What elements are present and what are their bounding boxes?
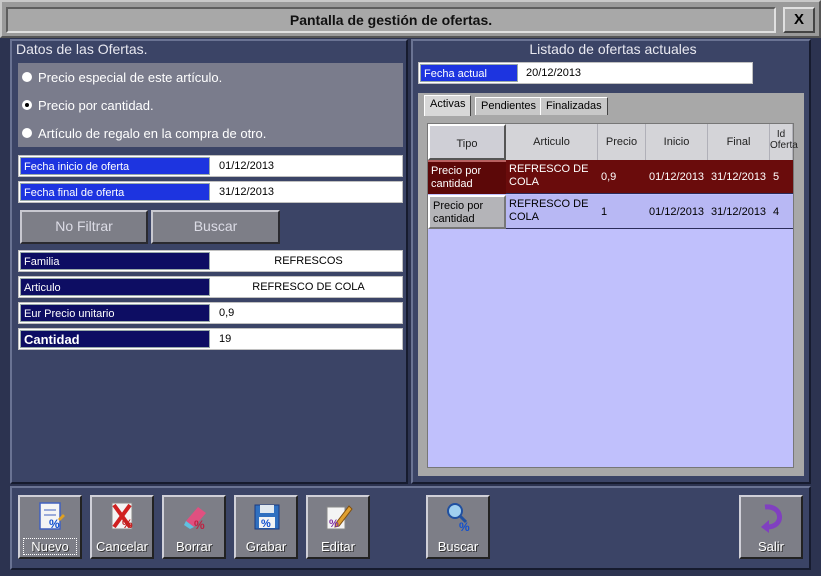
action-toolbar: % Nuevo % Cancelar % Borrar % Grabar % E… [10,486,811,570]
delete-button[interactable]: % Borrar [162,495,226,559]
current-date-label: Fecha actual [420,64,518,82]
tab-pendientes[interactable]: Pendientes [475,97,543,115]
cell-id: 5 [773,170,780,183]
tab-finalizadas[interactable]: Finalizadas [540,97,608,115]
cancel-button-label: Cancelar [95,539,149,554]
radio-quantity-price-label: Precio por cantidad. [38,97,154,113]
article-label: Articulo [20,278,210,296]
search-filter-button[interactable]: Buscar [151,210,280,244]
start-date-label: Fecha inicio de oferta [20,157,210,175]
radio-quantity-price[interactable]: Precio por cantidad. [22,95,154,115]
no-filter-button[interactable]: No Filtrar [20,210,148,244]
title-bar: Pantalla de gestión de ofertas. X [0,0,821,38]
radio-gift-article[interactable]: Artículo de regalo en la compra de otro. [22,123,266,143]
start-date-row: Fecha inicio de oferta 01/12/2013 [18,155,403,177]
unit-price-row: Eur Precio unitario 0,9 [18,302,403,324]
column-header-id[interactable]: Id Oferta [770,124,798,160]
family-row: Familia REFRESCOS [18,250,403,272]
svg-text:%: % [122,517,133,531]
cell-id: 4 [773,205,780,218]
column-header-inicio[interactable]: Inicio [646,124,708,160]
offer-type-group: Precio especial de este artículo. Precio… [18,63,403,147]
search-button-label: Buscar [437,539,479,554]
offers-grid[interactable]: Tipo Articulo Precio Inicio Final Id Ofe… [427,123,798,468]
cell-precio: 0,9 [601,170,617,183]
unit-price-label: Eur Precio unitario [20,304,210,322]
column-header-articulo[interactable]: Articulo [506,124,598,160]
family-label: Familia [20,252,210,270]
offers-tabs: Activas Pendientes Finalizadas Tipo Arti… [418,93,804,476]
offer-data-title: Datos de las Ofertas. [16,41,148,57]
radio-special-price[interactable]: Precio especial de este artículo. [22,67,222,87]
radio-special-price-label: Precio especial de este artículo. [38,69,223,85]
grid-header: Tipo Articulo Precio Inicio Final Id Ofe… [428,124,798,160]
offers-list-panel: Listado de ofertas actuales Fecha actual… [411,39,811,484]
quantity-label: Cantidad [20,330,210,348]
offer-data-panel: Datos de las Ofertas. Precio especial de… [10,39,408,484]
column-header-tipo[interactable]: Tipo [428,124,506,160]
quantity-row: Cantidad 19 [18,328,403,350]
end-date-label: Fecha final de oferta [20,183,210,201]
cell-tipo: Precio por cantidad [428,160,506,194]
cell-inicio: 01/12/2013 [649,170,705,183]
save-button[interactable]: % Grabar [234,495,298,559]
save-button-label: Grabar [245,539,287,554]
end-date-input[interactable]: 31/12/2013 [215,182,402,202]
floppy-disk-icon: % [254,504,280,530]
radio-dot-icon [22,72,32,82]
article-row: Articulo REFRESCO DE COLA [18,276,403,298]
start-date-input[interactable]: 01/12/2013 [215,156,402,176]
window-title: Pantalla de gestión de ofertas. [6,7,776,33]
cell-tipo: Precio por cantidad [428,195,506,229]
exit-arrow-icon [761,504,782,533]
table-row[interactable]: Precio por cantidad REFRESCO DE COLA 0,9… [428,160,793,194]
cell-final: 31/12/2013 [711,205,767,218]
radio-dot-selected-icon [22,100,32,110]
new-button[interactable]: % Nuevo [18,495,82,559]
svg-text:%: % [194,518,205,532]
radio-dot-icon [22,128,32,138]
radio-gift-article-label: Artículo de regalo en la compra de otro. [38,125,267,141]
cell-final: 31/12/2013 [711,170,767,183]
edit-button-label: Editar [321,539,355,554]
unit-price-input[interactable]: 0,9 [215,303,402,323]
offers-list-title: Listado de ofertas actuales [529,41,697,57]
family-value[interactable]: REFRESCOS [215,251,402,271]
cell-precio: 1 [601,205,608,218]
pencil-icon: % [326,505,353,530]
cancel-button[interactable]: % Cancelar [90,495,154,559]
cell-articulo: REFRESCO DE COLA [509,198,589,223]
article-value[interactable]: REFRESCO DE COLA [215,277,402,297]
current-date-value: 20/12/2013 [526,67,582,79]
exit-button-label: Salir [757,539,784,554]
magnifier-icon: % [447,503,470,533]
column-header-final[interactable]: Final [708,124,770,160]
new-button-label: Nuevo [23,538,77,555]
column-header-precio[interactable]: Precio [598,124,646,160]
current-date-row: Fecha actual 20/12/2013 [418,62,753,84]
tab-activas[interactable]: Activas [424,95,472,116]
cancel-icon: % [111,502,133,531]
cell-inicio: 01/12/2013 [649,205,705,218]
quantity-input[interactable]: 19 [215,329,402,349]
edit-button[interactable]: % Editar [306,495,370,559]
svg-text:%: % [459,520,470,533]
search-button[interactable]: % Buscar [426,495,490,559]
new-document-icon: % [39,502,65,531]
eraser-icon: % [184,507,206,532]
delete-button-label: Borrar [175,539,213,554]
exit-button[interactable]: Salir [739,495,803,559]
close-button[interactable]: X [783,7,815,33]
table-row[interactable]: Precio por cantidad REFRESCO DE COLA 1 0… [428,195,793,229]
end-date-row: Fecha final de oferta 31/12/2013 [18,181,403,203]
svg-text:%: % [329,518,339,530]
svg-text:%: % [261,518,271,530]
cell-articulo: REFRESCO DE COLA [509,163,589,188]
